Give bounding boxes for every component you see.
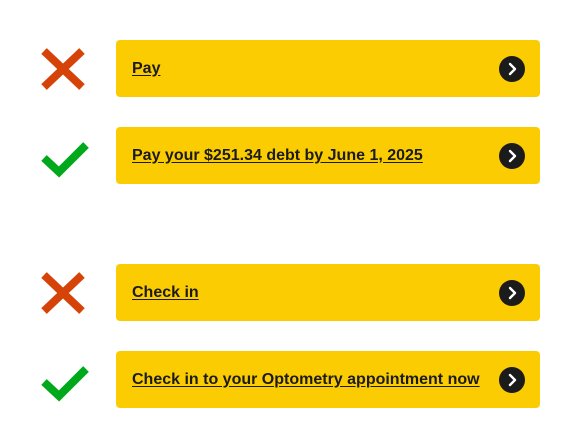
example-row-checkin-right: Check in to your Optometry appointment n…	[0, 351, 580, 409]
example-row-checkin-wrong: Check in	[0, 264, 580, 322]
check-in-action-link[interactable]: Check in	[116, 264, 540, 321]
action-link-label: Pay your $251.34 debt by June 1, 2025	[132, 146, 423, 164]
x-icon	[38, 269, 90, 317]
checkmark-icon	[38, 356, 90, 404]
chevron-right-circle-icon	[499, 142, 525, 169]
action-link-label: Check in to your Optometry appointment n…	[132, 370, 480, 388]
chevron-right-circle-icon	[499, 366, 525, 393]
example-row-pay-right: Pay your $251.34 debt by June 1, 2025	[0, 127, 580, 185]
chevron-right-circle-icon	[499, 55, 525, 82]
pay-debt-action-link[interactable]: Pay your $251.34 debt by June 1, 2025	[116, 127, 540, 184]
checkmark-icon	[38, 132, 90, 180]
action-link-label: Pay	[132, 59, 161, 77]
pay-action-link[interactable]: Pay	[116, 40, 540, 97]
example-row-pay-wrong: Pay	[0, 40, 580, 98]
action-link-label: Check in	[132, 283, 199, 301]
x-icon	[38, 45, 90, 93]
check-in-appointment-action-link[interactable]: Check in to your Optometry appointment n…	[116, 351, 540, 408]
chevron-right-circle-icon	[499, 279, 525, 306]
